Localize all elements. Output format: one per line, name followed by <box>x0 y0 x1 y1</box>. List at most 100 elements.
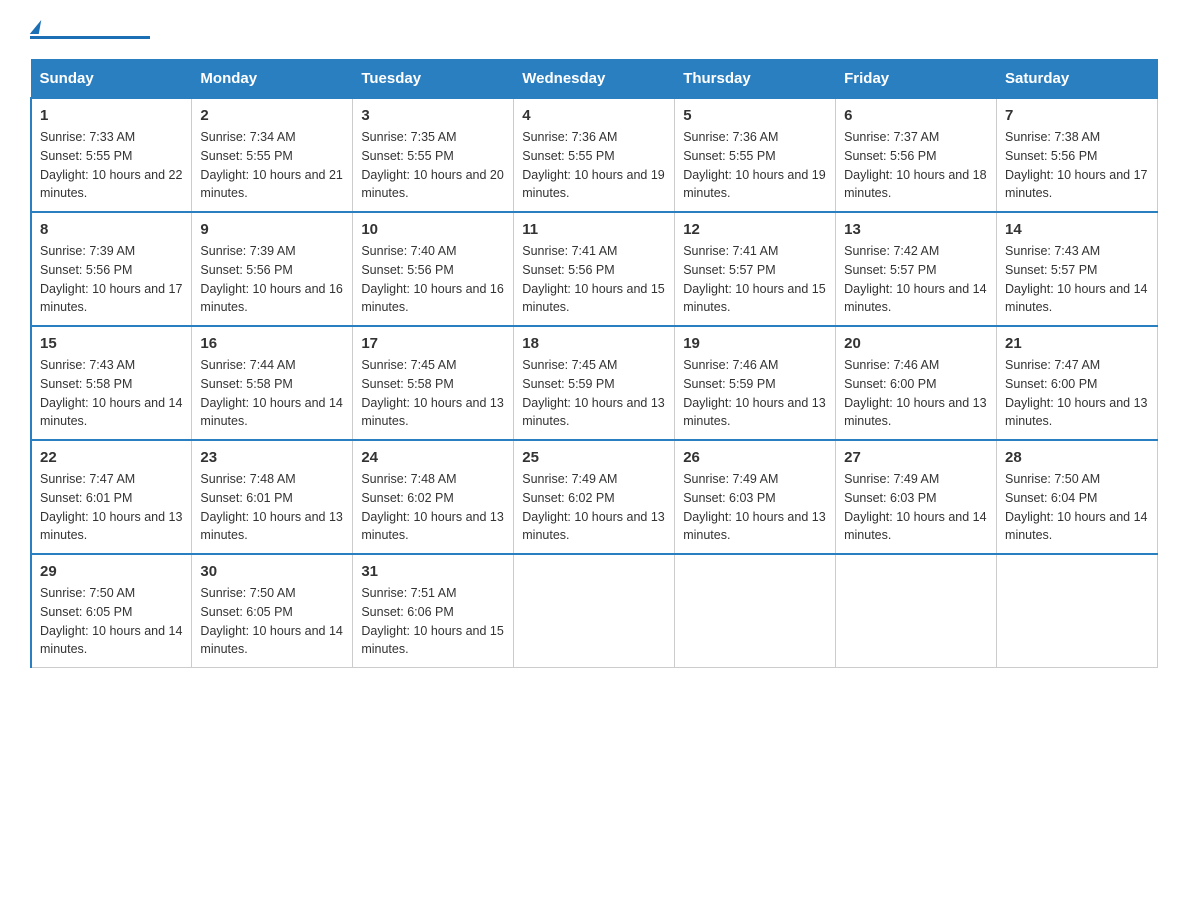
calendar-cell: 20 Sunrise: 7:46 AM Sunset: 6:00 PM Dayl… <box>836 326 997 440</box>
calendar-header-thursday: Thursday <box>675 60 836 99</box>
day-number: 15 <box>40 335 183 352</box>
calendar-cell: 8 Sunrise: 7:39 AM Sunset: 5:56 PM Dayli… <box>31 212 192 326</box>
calendar-cell: 30 Sunrise: 7:50 AM Sunset: 6:05 PM Dayl… <box>192 554 353 668</box>
calendar-cell: 5 Sunrise: 7:36 AM Sunset: 5:55 PM Dayli… <box>675 98 836 212</box>
day-info: Sunrise: 7:34 AM Sunset: 5:55 PM Dayligh… <box>200 128 344 203</box>
day-info: Sunrise: 7:50 AM Sunset: 6:05 PM Dayligh… <box>40 584 183 659</box>
day-info: Sunrise: 7:41 AM Sunset: 5:57 PM Dayligh… <box>683 242 827 317</box>
day-number: 12 <box>683 221 827 238</box>
calendar-cell: 3 Sunrise: 7:35 AM Sunset: 5:55 PM Dayli… <box>353 98 514 212</box>
day-number: 4 <box>522 107 666 124</box>
calendar-cell: 15 Sunrise: 7:43 AM Sunset: 5:58 PM Dayl… <box>31 326 192 440</box>
day-info: Sunrise: 7:35 AM Sunset: 5:55 PM Dayligh… <box>361 128 505 203</box>
day-number: 2 <box>200 107 344 124</box>
day-number: 30 <box>200 563 344 580</box>
day-number: 19 <box>683 335 827 352</box>
day-info: Sunrise: 7:45 AM Sunset: 5:59 PM Dayligh… <box>522 356 666 431</box>
calendar-cell: 24 Sunrise: 7:48 AM Sunset: 6:02 PM Dayl… <box>353 440 514 554</box>
calendar-cell: 23 Sunrise: 7:48 AM Sunset: 6:01 PM Dayl… <box>192 440 353 554</box>
day-info: Sunrise: 7:44 AM Sunset: 5:58 PM Dayligh… <box>200 356 344 431</box>
day-number: 7 <box>1005 107 1149 124</box>
day-number: 1 <box>40 107 183 124</box>
day-info: Sunrise: 7:41 AM Sunset: 5:56 PM Dayligh… <box>522 242 666 317</box>
day-number: 14 <box>1005 221 1149 238</box>
calendar-cell: 9 Sunrise: 7:39 AM Sunset: 5:56 PM Dayli… <box>192 212 353 326</box>
calendar-cell: 1 Sunrise: 7:33 AM Sunset: 5:55 PM Dayli… <box>31 98 192 212</box>
calendar-cell: 4 Sunrise: 7:36 AM Sunset: 5:55 PM Dayli… <box>514 98 675 212</box>
calendar-cell <box>836 554 997 668</box>
day-info: Sunrise: 7:37 AM Sunset: 5:56 PM Dayligh… <box>844 128 988 203</box>
calendar-table: SundayMondayTuesdayWednesdayThursdayFrid… <box>30 59 1158 668</box>
day-number: 27 <box>844 449 988 466</box>
calendar-cell: 19 Sunrise: 7:46 AM Sunset: 5:59 PM Dayl… <box>675 326 836 440</box>
day-number: 13 <box>844 221 988 238</box>
calendar-cell: 7 Sunrise: 7:38 AM Sunset: 5:56 PM Dayli… <box>997 98 1158 212</box>
page-header <box>30 20 1158 39</box>
day-number: 22 <box>40 449 183 466</box>
day-info: Sunrise: 7:50 AM Sunset: 6:05 PM Dayligh… <box>200 584 344 659</box>
calendar-cell: 17 Sunrise: 7:45 AM Sunset: 5:58 PM Dayl… <box>353 326 514 440</box>
day-info: Sunrise: 7:38 AM Sunset: 5:56 PM Dayligh… <box>1005 128 1149 203</box>
calendar-cell: 25 Sunrise: 7:49 AM Sunset: 6:02 PM Dayl… <box>514 440 675 554</box>
day-info: Sunrise: 7:48 AM Sunset: 6:01 PM Dayligh… <box>200 470 344 545</box>
day-number: 21 <box>1005 335 1149 352</box>
calendar-header-sunday: Sunday <box>31 60 192 99</box>
calendar-cell: 27 Sunrise: 7:49 AM Sunset: 6:03 PM Dayl… <box>836 440 997 554</box>
calendar-header-row: SundayMondayTuesdayWednesdayThursdayFrid… <box>31 60 1158 99</box>
calendar-cell: 28 Sunrise: 7:50 AM Sunset: 6:04 PM Dayl… <box>997 440 1158 554</box>
day-number: 28 <box>1005 449 1149 466</box>
day-number: 23 <box>200 449 344 466</box>
day-number: 20 <box>844 335 988 352</box>
day-info: Sunrise: 7:36 AM Sunset: 5:55 PM Dayligh… <box>683 128 827 203</box>
day-info: Sunrise: 7:49 AM Sunset: 6:03 PM Dayligh… <box>844 470 988 545</box>
day-info: Sunrise: 7:51 AM Sunset: 6:06 PM Dayligh… <box>361 584 505 659</box>
calendar-header-tuesday: Tuesday <box>353 60 514 99</box>
calendar-cell: 18 Sunrise: 7:45 AM Sunset: 5:59 PM Dayl… <box>514 326 675 440</box>
calendar-cell: 12 Sunrise: 7:41 AM Sunset: 5:57 PM Dayl… <box>675 212 836 326</box>
day-info: Sunrise: 7:33 AM Sunset: 5:55 PM Dayligh… <box>40 128 183 203</box>
calendar-cell: 22 Sunrise: 7:47 AM Sunset: 6:01 PM Dayl… <box>31 440 192 554</box>
logo <box>30 20 150 39</box>
day-info: Sunrise: 7:50 AM Sunset: 6:04 PM Dayligh… <box>1005 470 1149 545</box>
calendar-header-friday: Friday <box>836 60 997 99</box>
day-number: 31 <box>361 563 505 580</box>
logo-divider <box>30 36 150 39</box>
day-number: 29 <box>40 563 183 580</box>
week-row-2: 8 Sunrise: 7:39 AM Sunset: 5:56 PM Dayli… <box>31 212 1158 326</box>
day-info: Sunrise: 7:40 AM Sunset: 5:56 PM Dayligh… <box>361 242 505 317</box>
day-number: 10 <box>361 221 505 238</box>
calendar-cell: 11 Sunrise: 7:41 AM Sunset: 5:56 PM Dayl… <box>514 212 675 326</box>
day-info: Sunrise: 7:46 AM Sunset: 6:00 PM Dayligh… <box>844 356 988 431</box>
calendar-cell: 10 Sunrise: 7:40 AM Sunset: 5:56 PM Dayl… <box>353 212 514 326</box>
calendar-cell: 2 Sunrise: 7:34 AM Sunset: 5:55 PM Dayli… <box>192 98 353 212</box>
day-number: 5 <box>683 107 827 124</box>
calendar-cell <box>675 554 836 668</box>
calendar-cell: 14 Sunrise: 7:43 AM Sunset: 5:57 PM Dayl… <box>997 212 1158 326</box>
calendar-cell: 29 Sunrise: 7:50 AM Sunset: 6:05 PM Dayl… <box>31 554 192 668</box>
day-info: Sunrise: 7:42 AM Sunset: 5:57 PM Dayligh… <box>844 242 988 317</box>
day-info: Sunrise: 7:36 AM Sunset: 5:55 PM Dayligh… <box>522 128 666 203</box>
day-number: 24 <box>361 449 505 466</box>
day-info: Sunrise: 7:49 AM Sunset: 6:03 PM Dayligh… <box>683 470 827 545</box>
calendar-cell: 31 Sunrise: 7:51 AM Sunset: 6:06 PM Dayl… <box>353 554 514 668</box>
day-number: 17 <box>361 335 505 352</box>
day-info: Sunrise: 7:43 AM Sunset: 5:57 PM Dayligh… <box>1005 242 1149 317</box>
calendar-cell <box>997 554 1158 668</box>
calendar-cell: 13 Sunrise: 7:42 AM Sunset: 5:57 PM Dayl… <box>836 212 997 326</box>
week-row-5: 29 Sunrise: 7:50 AM Sunset: 6:05 PM Dayl… <box>31 554 1158 668</box>
day-number: 26 <box>683 449 827 466</box>
day-number: 8 <box>40 221 183 238</box>
day-number: 25 <box>522 449 666 466</box>
day-info: Sunrise: 7:48 AM Sunset: 6:02 PM Dayligh… <box>361 470 505 545</box>
logo-text <box>30 20 41 34</box>
calendar-header-monday: Monday <box>192 60 353 99</box>
day-number: 11 <box>522 221 666 238</box>
calendar-header-wednesday: Wednesday <box>514 60 675 99</box>
calendar-header-saturday: Saturday <box>997 60 1158 99</box>
day-info: Sunrise: 7:46 AM Sunset: 5:59 PM Dayligh… <box>683 356 827 431</box>
calendar-cell: 16 Sunrise: 7:44 AM Sunset: 5:58 PM Dayl… <box>192 326 353 440</box>
day-number: 18 <box>522 335 666 352</box>
day-info: Sunrise: 7:49 AM Sunset: 6:02 PM Dayligh… <box>522 470 666 545</box>
calendar-cell <box>514 554 675 668</box>
day-info: Sunrise: 7:47 AM Sunset: 6:00 PM Dayligh… <box>1005 356 1149 431</box>
